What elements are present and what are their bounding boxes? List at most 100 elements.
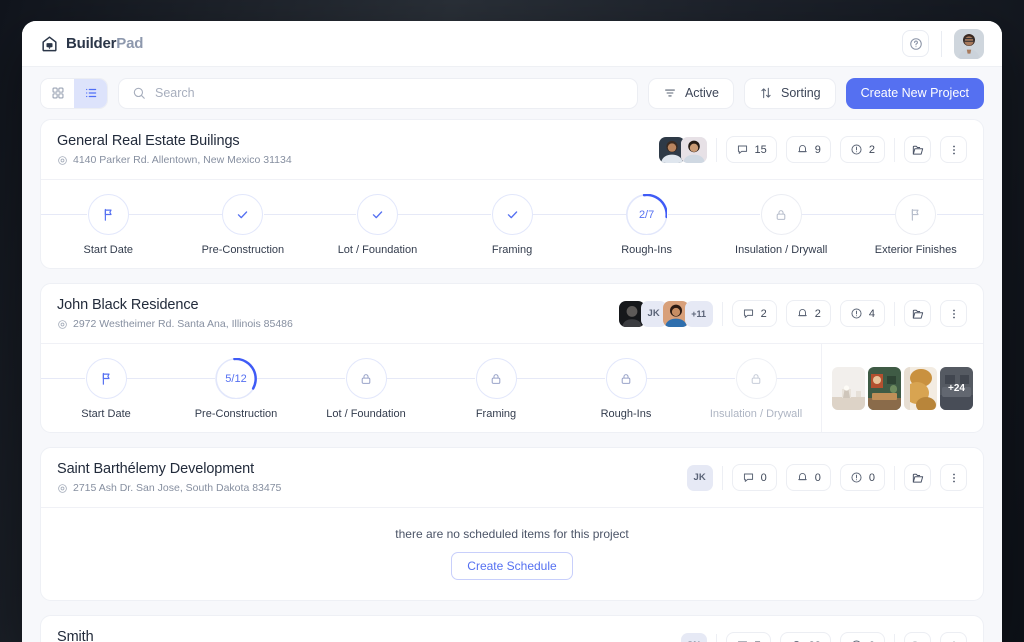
- app-logo[interactable]: BuilderPad: [40, 34, 143, 53]
- comment-icon: [743, 309, 753, 318]
- filter-icon: [665, 89, 675, 97]
- folder-icon: [912, 309, 923, 319]
- timeline-step[interactable]: Framing: [431, 358, 561, 420]
- folder-button[interactable]: [904, 632, 931, 642]
- project-gallery[interactable]: +24: [821, 344, 983, 432]
- more-options-button[interactable]: [940, 632, 967, 642]
- search-box[interactable]: [118, 77, 638, 109]
- project-card-header: General Real Estate Builings 4140 Parker…: [41, 120, 983, 179]
- timeline-step[interactable]: Start Date: [41, 194, 176, 256]
- timeline-step[interactable]: 5/12 Pre-Construction: [171, 357, 301, 420]
- step-label: Framing: [475, 408, 517, 420]
- more-vertical-icon: [952, 145, 955, 154]
- folder-button[interactable]: [904, 136, 931, 163]
- more-options-button[interactable]: [940, 300, 967, 327]
- search-input[interactable]: [155, 86, 624, 100]
- avatar-initials[interactable]: SN: [680, 632, 707, 642]
- sort-icon: [761, 87, 771, 99]
- top-bar: BuilderPad: [22, 21, 1002, 67]
- avatar[interactable]: [954, 28, 984, 59]
- alert-circle-icon: [851, 144, 862, 155]
- timeline-step[interactable]: Lot / Foundation: [301, 358, 431, 420]
- project-card[interactable]: Smith 3517 W. Gray St. Utica, Pennsylvan…: [40, 615, 984, 642]
- notifications-stat[interactable]: 2: [785, 300, 831, 327]
- sorting-button[interactable]: Sorting: [744, 77, 836, 109]
- grid-view-icon[interactable]: [41, 78, 74, 108]
- create-new-project-button[interactable]: Create New Project: [845, 77, 984, 109]
- meta-divider: [894, 137, 895, 162]
- avatar-stack[interactable]: JK +11: [618, 300, 713, 327]
- comment-icon: [737, 145, 747, 154]
- project-address-text: 4140 Parker Rd. Allentown, New Mexico 31…: [73, 154, 292, 166]
- project-list: General Real Estate Builings 4140 Parker…: [22, 119, 1002, 642]
- more-vertical-icon: [952, 309, 955, 318]
- avatar-stack[interactable]: SN: [680, 632, 707, 642]
- gallery-thumbnail-more[interactable]: +24: [940, 366, 973, 410]
- help-circle-icon[interactable]: [902, 30, 929, 57]
- timeline-step[interactable]: Lot / Foundation: [310, 194, 445, 256]
- check-icon: [372, 211, 383, 219]
- project-address: 4140 Parker Rd. Allentown, New Mexico 31…: [57, 154, 292, 166]
- alert-circle-icon: [851, 472, 862, 483]
- lock-icon: [776, 209, 786, 220]
- project-card-header: John Black Residence 2972 Westheimer Rd.…: [41, 284, 983, 343]
- folder-button[interactable]: [904, 464, 931, 491]
- timeline-step[interactable]: 2/7 Rough-Ins: [579, 193, 714, 256]
- step-label: Rough-Ins: [600, 408, 652, 420]
- project-info: Smith 3517 W. Gray St. Utica, Pennsylvan…: [57, 629, 280, 642]
- create-schedule-button[interactable]: Create Schedule: [451, 552, 573, 580]
- notifications-stat[interactable]: 23: [779, 632, 831, 642]
- notifications-stat[interactable]: 0: [785, 464, 831, 491]
- sorting-label: Sorting: [781, 86, 821, 100]
- step-node-done: [491, 194, 533, 235]
- comment-icon: [743, 473, 753, 482]
- gallery-thumbnail[interactable]: [832, 366, 865, 410]
- timeline-step[interactable]: Insulation / Drywall: [713, 194, 849, 256]
- avatar-stack[interactable]: [658, 136, 707, 163]
- list-view-icon[interactable]: [74, 78, 107, 108]
- project-card[interactable]: General Real Estate Builings 4140 Parker…: [40, 119, 984, 269]
- folder-button[interactable]: [904, 300, 931, 327]
- project-card[interactable]: Saint Barthélemy Development 2715 Ash Dr…: [40, 447, 984, 601]
- alerts-stat[interactable]: 0: [839, 632, 885, 642]
- avatar[interactable]: [680, 136, 707, 163]
- avatar-initials[interactable]: JK: [686, 464, 713, 491]
- notifications-count: 2: [814, 307, 821, 320]
- step-node-done: [356, 194, 398, 235]
- comments-stat[interactable]: 7: [725, 632, 771, 642]
- step-node-flag: [87, 194, 129, 235]
- step-label: Start Date: [81, 408, 131, 420]
- filter-active-button[interactable]: Active: [647, 77, 735, 109]
- bell-icon: [797, 145, 807, 153]
- more-options-button[interactable]: [940, 464, 967, 491]
- alerts-stat[interactable]: 0: [839, 464, 885, 491]
- more-options-button[interactable]: [940, 136, 967, 163]
- project-meta: JK 0 0 0: [686, 464, 967, 491]
- notifications-stat[interactable]: 9: [785, 136, 831, 163]
- project-info: General Real Estate Builings 4140 Parker…: [57, 133, 292, 166]
- step-label: Exterior Finishes: [874, 244, 957, 256]
- timeline-step[interactable]: Pre-Construction: [175, 194, 311, 256]
- timeline-step[interactable]: Exterior Finishes: [848, 194, 983, 256]
- timeline-step[interactable]: Rough-Ins: [561, 358, 691, 420]
- project-card[interactable]: John Black Residence 2972 Westheimer Rd.…: [40, 283, 984, 433]
- timeline-step[interactable]: Start Date: [41, 358, 171, 420]
- avatar-stack[interactable]: JK: [686, 464, 713, 491]
- project-info: Saint Barthélemy Development 2715 Ash Dr…: [57, 461, 281, 494]
- step-label: Framing: [491, 244, 533, 256]
- avatar-overflow-count[interactable]: +11: [684, 300, 713, 327]
- timeline-step[interactable]: Framing: [444, 194, 580, 256]
- timeline-steps: Start Date Pre-Construction Lot / Founda…: [41, 180, 983, 268]
- alerts-stat[interactable]: 2: [839, 136, 885, 163]
- comments-stat[interactable]: 2: [731, 300, 777, 327]
- gallery-thumbnail[interactable]: [904, 366, 937, 410]
- comments-stat[interactable]: 0: [731, 464, 777, 491]
- bell-icon: [797, 473, 807, 481]
- more-vertical-icon: [952, 473, 955, 482]
- timeline-step[interactable]: Insulation / Drywall: [691, 358, 821, 420]
- comments-count: 0: [760, 471, 767, 484]
- alerts-stat[interactable]: 4: [839, 300, 885, 327]
- gallery-thumbnail[interactable]: [868, 366, 901, 410]
- comments-stat[interactable]: 15: [725, 136, 777, 163]
- project-title: General Real Estate Builings: [57, 133, 240, 149]
